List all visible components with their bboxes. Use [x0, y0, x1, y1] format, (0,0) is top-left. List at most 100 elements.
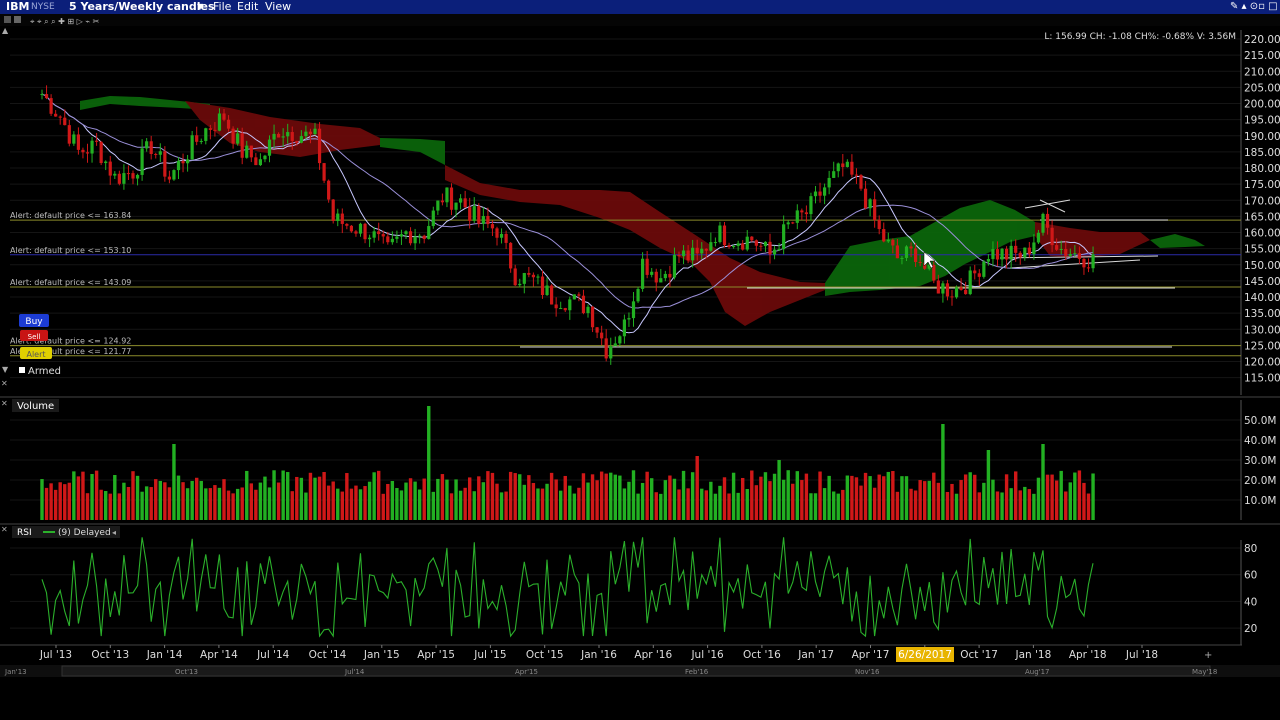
scroller-label: Jan'13	[4, 668, 27, 676]
sell-button-label[interactable]: Sell	[28, 333, 41, 341]
candle-body	[72, 134, 76, 144]
candle-body	[936, 280, 940, 294]
candle-body	[413, 236, 417, 244]
volume-bar	[559, 490, 563, 520]
volume-bar	[263, 476, 267, 520]
candle-body	[977, 273, 981, 277]
volume-bar	[449, 493, 454, 520]
volume-bar	[982, 482, 986, 520]
candle-body	[841, 163, 845, 167]
volume-bar	[427, 406, 431, 520]
candle-body	[873, 199, 877, 220]
volume-bar	[231, 493, 235, 520]
candle-body	[431, 210, 435, 227]
price-tick-label: 115.00	[1244, 373, 1280, 385]
price-tick-label: 215.00	[1244, 50, 1280, 62]
candle-body	[472, 206, 476, 221]
x-tick-label: Jan '18	[1015, 649, 1052, 661]
candle-body	[113, 173, 117, 176]
volume-bar	[390, 480, 395, 520]
toolbar-crosshair-icon: ⌖ ⌖ ⌕ ⌕ ✚ ⊞ ▷ ⌁ ✂	[30, 17, 100, 26]
candle-body	[832, 171, 836, 178]
volume-bar	[618, 475, 622, 520]
volume-bar	[872, 487, 877, 520]
volume-bar	[322, 472, 326, 520]
candle-body	[522, 272, 526, 284]
candle-body	[691, 247, 695, 261]
volume-bar	[581, 473, 586, 520]
price-tick-label: 175.00	[1244, 179, 1280, 191]
volume-bar	[590, 474, 595, 520]
candle-body	[823, 187, 827, 196]
candle-body	[536, 276, 540, 278]
volume-bar	[841, 489, 845, 520]
candle-body	[1036, 232, 1041, 243]
buy-button-label[interactable]: Buy	[25, 317, 43, 327]
candle-body	[445, 187, 449, 203]
candle-body	[572, 294, 576, 300]
candle-body	[895, 245, 899, 259]
volume-bar	[336, 488, 340, 520]
candle-body	[645, 258, 649, 275]
volume-bar	[522, 484, 526, 520]
candle-body	[104, 161, 108, 164]
rsi-param-label[interactable]: (9) Delayed	[58, 528, 111, 538]
candle-body	[44, 94, 49, 99]
volume-bar	[304, 492, 308, 520]
volume-bar	[272, 470, 276, 520]
candle-body	[722, 225, 727, 246]
candle-body	[108, 161, 112, 176]
scroll-right-icon[interactable]: +	[1204, 650, 1212, 661]
chart-canvas: ⌖ ⌖ ⌕ ⌕ ✚ ⊞ ▷ ⌁ ✂ 220.00 215.00 210.00 205.…	[0, 16, 1280, 677]
volume-bar	[1014, 471, 1018, 520]
candle-body	[1027, 247, 1031, 255]
armed-checkbox[interactable]	[19, 367, 25, 373]
candle-body	[181, 160, 185, 164]
volume-bar	[90, 474, 94, 520]
x-tick-label: Jul '14	[256, 649, 290, 661]
candle-body	[217, 113, 222, 131]
price-tick-label: 190.00	[1244, 131, 1280, 143]
alert-button-label[interactable]: Alert	[26, 350, 45, 359]
candle-body	[527, 272, 531, 275]
candle-body	[736, 243, 740, 247]
volume-bar	[750, 470, 754, 520]
volume-bar	[804, 473, 809, 520]
volume-bar	[686, 488, 690, 520]
candle-body	[681, 250, 686, 257]
volume-bar	[1091, 473, 1095, 520]
volume-bar	[950, 483, 954, 520]
candle-body	[58, 116, 62, 118]
side-rail[interactable]: ▲ ▼ ✕ ✕ ✕	[1, 26, 9, 534]
volume-bar	[468, 477, 472, 520]
candle-body	[945, 283, 950, 297]
candle-body	[513, 268, 517, 286]
candle-body	[486, 216, 490, 225]
toolbar-icons[interactable]: ⌖ ⌖ ⌕ ⌕ ✚ ⊞ ▷ ⌁ ✂	[4, 16, 100, 26]
candle-body	[991, 249, 995, 259]
candle-body	[531, 274, 535, 278]
candle-body	[313, 128, 317, 135]
toolbar-bar-icon	[14, 16, 21, 23]
volume-bar	[609, 472, 613, 520]
candle-body	[304, 131, 308, 137]
volume-bar	[281, 470, 285, 520]
candle-body	[732, 246, 736, 248]
volume-bar	[299, 477, 304, 520]
volume-bar	[308, 472, 313, 520]
volume-bar	[408, 478, 413, 520]
volume-bar	[700, 488, 704, 520]
volume-bar	[126, 486, 131, 520]
candle-body	[167, 176, 171, 180]
x-tick-label: Oct '14	[309, 649, 347, 661]
candle-body	[85, 152, 90, 154]
candle-body	[636, 288, 640, 302]
volume-bar	[63, 484, 67, 520]
volume-bar	[904, 476, 909, 520]
candle-body	[677, 254, 681, 257]
volume-bar	[1054, 480, 1059, 520]
volume-bar	[727, 493, 731, 520]
rsi-gridlines	[10, 547, 1241, 629]
chevron-down-icon[interactable]: ◂	[112, 528, 116, 537]
x-tick-label: Oct '16	[743, 649, 781, 661]
